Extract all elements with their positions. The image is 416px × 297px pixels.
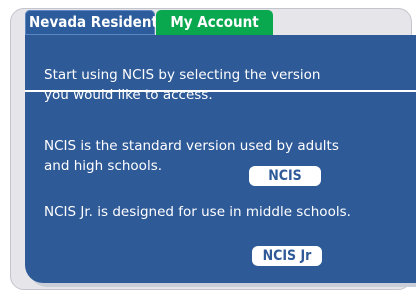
ncis-jr-button[interactable]: NCIS Jr bbox=[252, 246, 322, 266]
tab-nevada-resident[interactable]: Nevada Resident bbox=[25, 10, 158, 35]
version-select-panel: Start using NCIS by selecting the versio… bbox=[25, 35, 416, 283]
ncis-selection-screen: Nevada Resident My Account Start using N… bbox=[0, 0, 416, 297]
intro-text-line-1: Start using NCIS by selecting the versio… bbox=[44, 67, 321, 83]
ncis-button[interactable]: NCIS bbox=[249, 166, 321, 186]
ncis-description-line-2: and high schools. bbox=[44, 158, 163, 174]
ncis-description-line-1: NCIS is the standard version used by adu… bbox=[44, 138, 339, 154]
intro-text-line-2: you would like to access. bbox=[44, 87, 213, 103]
tab-my-account[interactable]: My Account bbox=[156, 10, 273, 35]
ncis-jr-description: NCIS Jr. is designed for use in middle s… bbox=[44, 204, 351, 220]
